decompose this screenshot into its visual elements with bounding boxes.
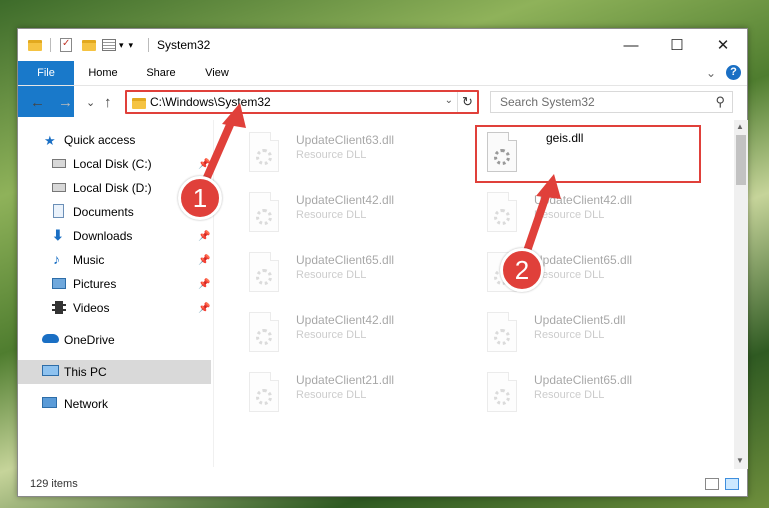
tutorial-arrows [201,103,561,261]
step-1-callout: 1 [178,176,222,220]
arrowhead-2 [536,174,561,199]
arrowhead-1 [222,103,246,128]
arrow-line-2 [521,186,552,261]
step-2-callout: 2 [500,248,544,292]
arrow-line-1 [201,114,237,186]
